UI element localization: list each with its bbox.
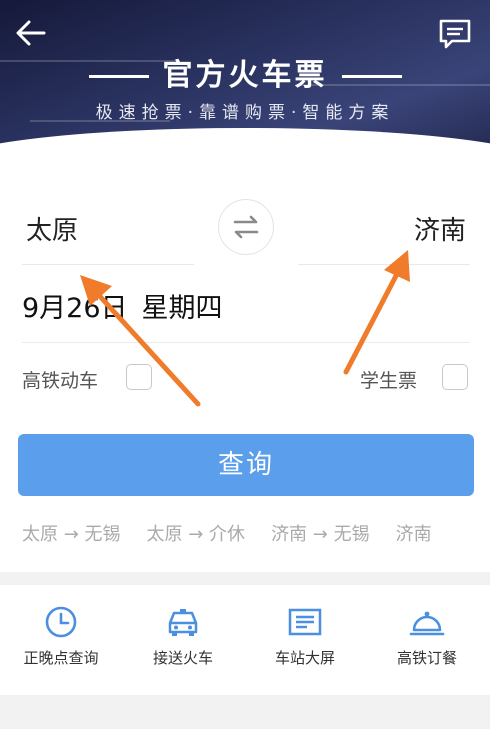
divider (22, 264, 194, 265)
swap-button[interactable] (218, 199, 274, 255)
back-arrow-icon (16, 20, 46, 46)
service-meal-order[interactable]: 高铁订餐 (366, 605, 488, 668)
search-history: 太原 → 无锡 太原 → 介休 济南 → 无锡 济南 (22, 520, 490, 548)
weekday-value: 星期四 (141, 293, 223, 324)
from-station[interactable]: 太原 (26, 210, 78, 247)
meal-cloche-icon (409, 611, 445, 636)
history-item[interactable]: 太原 → 介休 (147, 520, 246, 546)
message-button[interactable] (438, 18, 472, 50)
message-icon (439, 19, 471, 49)
divider (22, 342, 470, 343)
page-title: 官方火车票 (0, 50, 490, 94)
service-station-screen[interactable]: 车站大屏 (244, 605, 366, 668)
station-screen-icon (288, 608, 322, 636)
service-delay-query[interactable]: 正晚点查询 (0, 605, 122, 668)
service-label: 正晚点查询 (23, 649, 99, 667)
service-label: 接送火车 (152, 649, 213, 667)
service-label: 车站大屏 (274, 649, 335, 667)
back-button[interactable] (14, 18, 48, 48)
car-icon (168, 609, 198, 636)
history-item[interactable]: 济南 → 无锡 (271, 520, 370, 546)
service-label: 高铁订餐 (396, 649, 457, 667)
date-value: 9月26日 (22, 293, 128, 324)
clock-icon (45, 606, 77, 638)
to-station[interactable]: 济南 (414, 210, 466, 247)
history-item[interactable]: 太原 → 无锡 (22, 520, 121, 546)
high-speed-label: 高铁动车 (22, 370, 99, 392)
swap-arrows-icon (233, 215, 259, 239)
date-picker[interactable]: 9月26日 星期四 (22, 286, 223, 325)
services-bar: 正晚点查询 接送火车 车站大屏 高铁订餐 (0, 585, 490, 695)
banner-curve (0, 128, 490, 172)
page-subtitle: 极速抢票·靠谱购票·智能方案 (95, 103, 395, 123)
divider (298, 264, 470, 265)
header-banner: 官方火车票 极速抢票·靠谱购票·智能方案 (0, 0, 490, 172)
query-button[interactable]: 查询 (18, 434, 474, 496)
title-text: 官方火车票 (162, 58, 328, 93)
student-ticket-checkbox[interactable] (442, 364, 468, 390)
service-train-pickup[interactable]: 接送火车 (122, 605, 244, 668)
high-speed-checkbox[interactable] (126, 364, 152, 390)
history-item[interactable]: 济南 (396, 520, 432, 546)
title-dash (341, 75, 402, 78)
title-dash (88, 75, 149, 78)
student-ticket-label: 学生票 (360, 370, 418, 392)
